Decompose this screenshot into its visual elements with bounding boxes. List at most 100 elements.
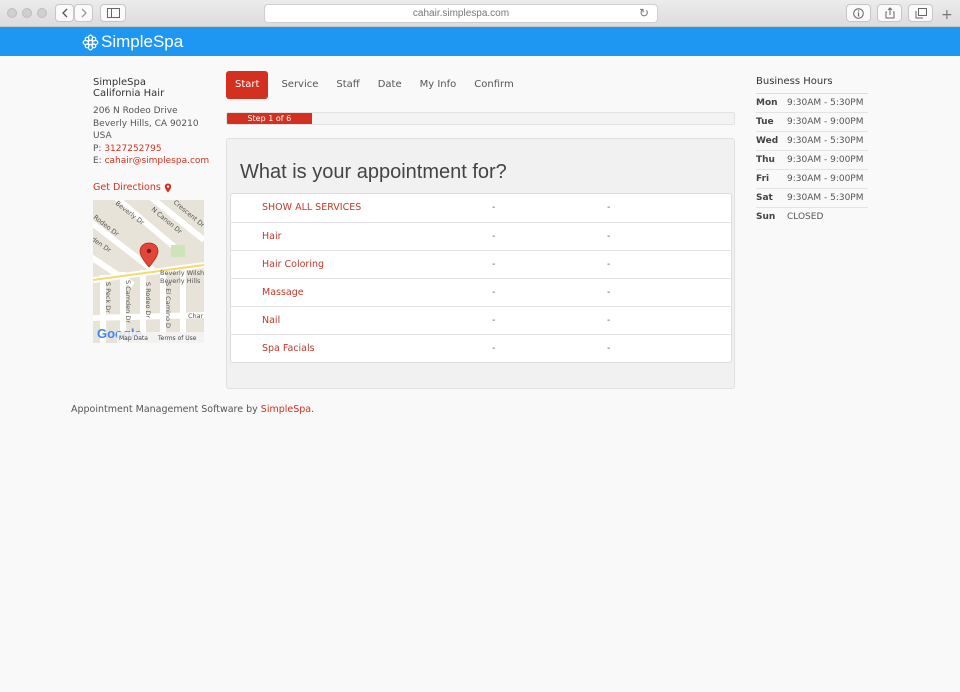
service-col2: - xyxy=(492,343,496,354)
service-col2: - xyxy=(492,259,496,270)
tab-start[interactable]: Start xyxy=(226,71,269,99)
map-street-label: S Peck Dr xyxy=(104,282,112,313)
flower-icon xyxy=(82,34,99,50)
service-row-massage[interactable]: Massage - - xyxy=(231,278,731,306)
service-category-list: SHOW ALL SERVICES - - Hair - - Hair Colo… xyxy=(230,193,732,363)
address-country: USA xyxy=(93,131,112,141)
tab-staff[interactable]: Staff xyxy=(327,71,368,99)
service-category-panel: What is your appointment for? SHOW ALL S… xyxy=(226,138,735,389)
phone-link[interactable]: 3127252795 xyxy=(104,144,161,154)
map-street-label: S El Camino D xyxy=(164,282,172,328)
minimize-window-button[interactable] xyxy=(22,8,32,18)
hours-day: Sun xyxy=(756,212,776,222)
map-street-label: Char xyxy=(188,312,204,320)
service-col3: - xyxy=(607,287,611,298)
service-col3: - xyxy=(607,231,611,242)
hours-row: Sun CLOSED xyxy=(756,208,868,227)
hours-time: 9:30AM - 9:00PM xyxy=(787,117,864,127)
service-name[interactable]: Hair xyxy=(262,223,282,250)
hours-time: CLOSED xyxy=(787,212,824,222)
close-window-button[interactable] xyxy=(7,8,17,18)
location-map[interactable]: Rodeo Dr Beverly Dr N Canon Dr Crescent … xyxy=(93,200,204,343)
hours-time: 9:30AM - 5:30PM xyxy=(787,136,864,146)
tab-my-info[interactable]: My Info xyxy=(411,71,466,99)
page-title: What is your appointment for? xyxy=(240,161,507,183)
booking-steps-nav: Start Service Staff Date My Info Confirm xyxy=(226,71,523,99)
service-name[interactable]: Hair Coloring xyxy=(262,251,324,278)
brand-name: SimpleSpa xyxy=(101,32,184,51)
business-hours: Business Hours Mon 9:30AM - 5:30PM Tue 9:3… xyxy=(756,76,868,227)
share-icon xyxy=(885,7,894,19)
business-name-line2: California Hair xyxy=(93,88,165,99)
service-col3: - xyxy=(607,315,611,326)
service-name[interactable]: Massage xyxy=(262,279,304,306)
hours-time: 9:30AM - 5:30PM xyxy=(787,193,864,203)
hours-day: Thu xyxy=(756,155,775,165)
service-col2: - xyxy=(492,231,496,242)
hours-time: 9:30AM - 9:00PM xyxy=(787,174,864,184)
service-name[interactable]: Spa Facials xyxy=(262,335,315,362)
hours-day: Sat xyxy=(756,193,773,203)
reload-icon[interactable]: ↻ xyxy=(639,5,649,22)
share-button[interactable] xyxy=(877,4,902,22)
tabs-overview-button[interactable] xyxy=(908,4,933,22)
service-row-show-all[interactable]: SHOW ALL SERVICES - - xyxy=(231,194,731,222)
footer-simplespa-link[interactable]: SimpleSpa xyxy=(261,404,311,415)
address-bar[interactable]: cahair.simplespa.com ↻ xyxy=(264,4,658,23)
service-col3: - xyxy=(607,259,611,270)
hours-row: Fri 9:30AM - 9:00PM xyxy=(756,170,868,189)
email-link[interactable]: cahair@simplespa.com xyxy=(105,156,210,166)
map-marker-icon xyxy=(164,183,172,192)
map-street-label: S Rodeo Dr xyxy=(144,282,152,319)
info-button[interactable] xyxy=(846,4,871,22)
sidebar-toggle-button[interactable] xyxy=(100,4,126,22)
service-col3: - xyxy=(607,343,611,354)
hours-time: 9:30AM - 5:30PM xyxy=(787,98,864,108)
service-row-spa-facials[interactable]: Spa Facials - - xyxy=(231,334,731,362)
map-street-label: Beverly Wilsh xyxy=(160,269,204,277)
hours-day: Tue xyxy=(756,117,774,127)
hours-time: 9:30AM - 9:00PM xyxy=(787,155,864,165)
address-line1: 206 N Rodeo Drive xyxy=(93,106,178,116)
hours-day: Mon xyxy=(756,98,778,108)
service-row-nail[interactable]: Nail - - xyxy=(231,306,731,334)
new-tab-button[interactable]: + xyxy=(941,8,953,22)
hours-row: Wed 9:30AM - 5:30PM xyxy=(756,132,868,151)
zoom-window-button[interactable] xyxy=(37,8,47,18)
service-col2: - xyxy=(492,202,496,213)
phone-line: P: 3127252795 xyxy=(93,143,213,156)
tab-confirm[interactable]: Confirm xyxy=(465,71,522,99)
service-col3: - xyxy=(607,202,611,213)
footer-suffix: . xyxy=(311,404,315,415)
brand-logo[interactable]: SimpleSpa xyxy=(82,32,183,52)
hours-row: Mon 9:30AM - 5:30PM xyxy=(756,94,868,113)
service-name[interactable]: SHOW ALL SERVICES xyxy=(262,194,361,221)
service-name[interactable]: Nail xyxy=(262,307,280,334)
service-row-hair-coloring[interactable]: Hair Coloring - - xyxy=(231,250,731,278)
map-terms-link[interactable]: Terms of Use xyxy=(157,335,197,342)
tab-service[interactable]: Service xyxy=(272,71,327,99)
tabs-icon xyxy=(915,7,927,18)
info-icon xyxy=(853,7,864,19)
sidebar-icon xyxy=(106,8,120,18)
browser-toolbar: cahair.simplespa.com ↻ + xyxy=(0,0,960,27)
service-row-hair[interactable]: Hair - - xyxy=(231,222,731,250)
back-button[interactable] xyxy=(55,4,74,22)
url-text: cahair.simplespa.com xyxy=(412,8,510,19)
hours-row: Tue 9:30AM - 9:00PM xyxy=(756,113,868,132)
forward-button[interactable] xyxy=(74,4,93,22)
tab-date[interactable]: Date xyxy=(369,71,411,99)
footer-prefix: Appointment Management Software by xyxy=(71,404,261,415)
address-line2: Beverly Hills, CA 90210 xyxy=(93,118,199,129)
hours-day: Fri xyxy=(756,174,770,184)
service-col2: - xyxy=(492,287,496,298)
step-progress-fill: Step 1 of 6 xyxy=(227,113,312,124)
map-data-label: Map Data xyxy=(119,335,148,342)
chevron-right-icon xyxy=(81,8,87,18)
site-header: SimpleSpa xyxy=(0,27,960,56)
email-prefix: E: xyxy=(93,156,105,166)
footer: Appointment Management Software by Simpl… xyxy=(71,404,314,415)
email-line: E: cahair@simplespa.com xyxy=(93,155,213,168)
get-directions-link[interactable]: Get Directions xyxy=(93,182,172,193)
business-hours-title: Business Hours xyxy=(756,76,868,94)
